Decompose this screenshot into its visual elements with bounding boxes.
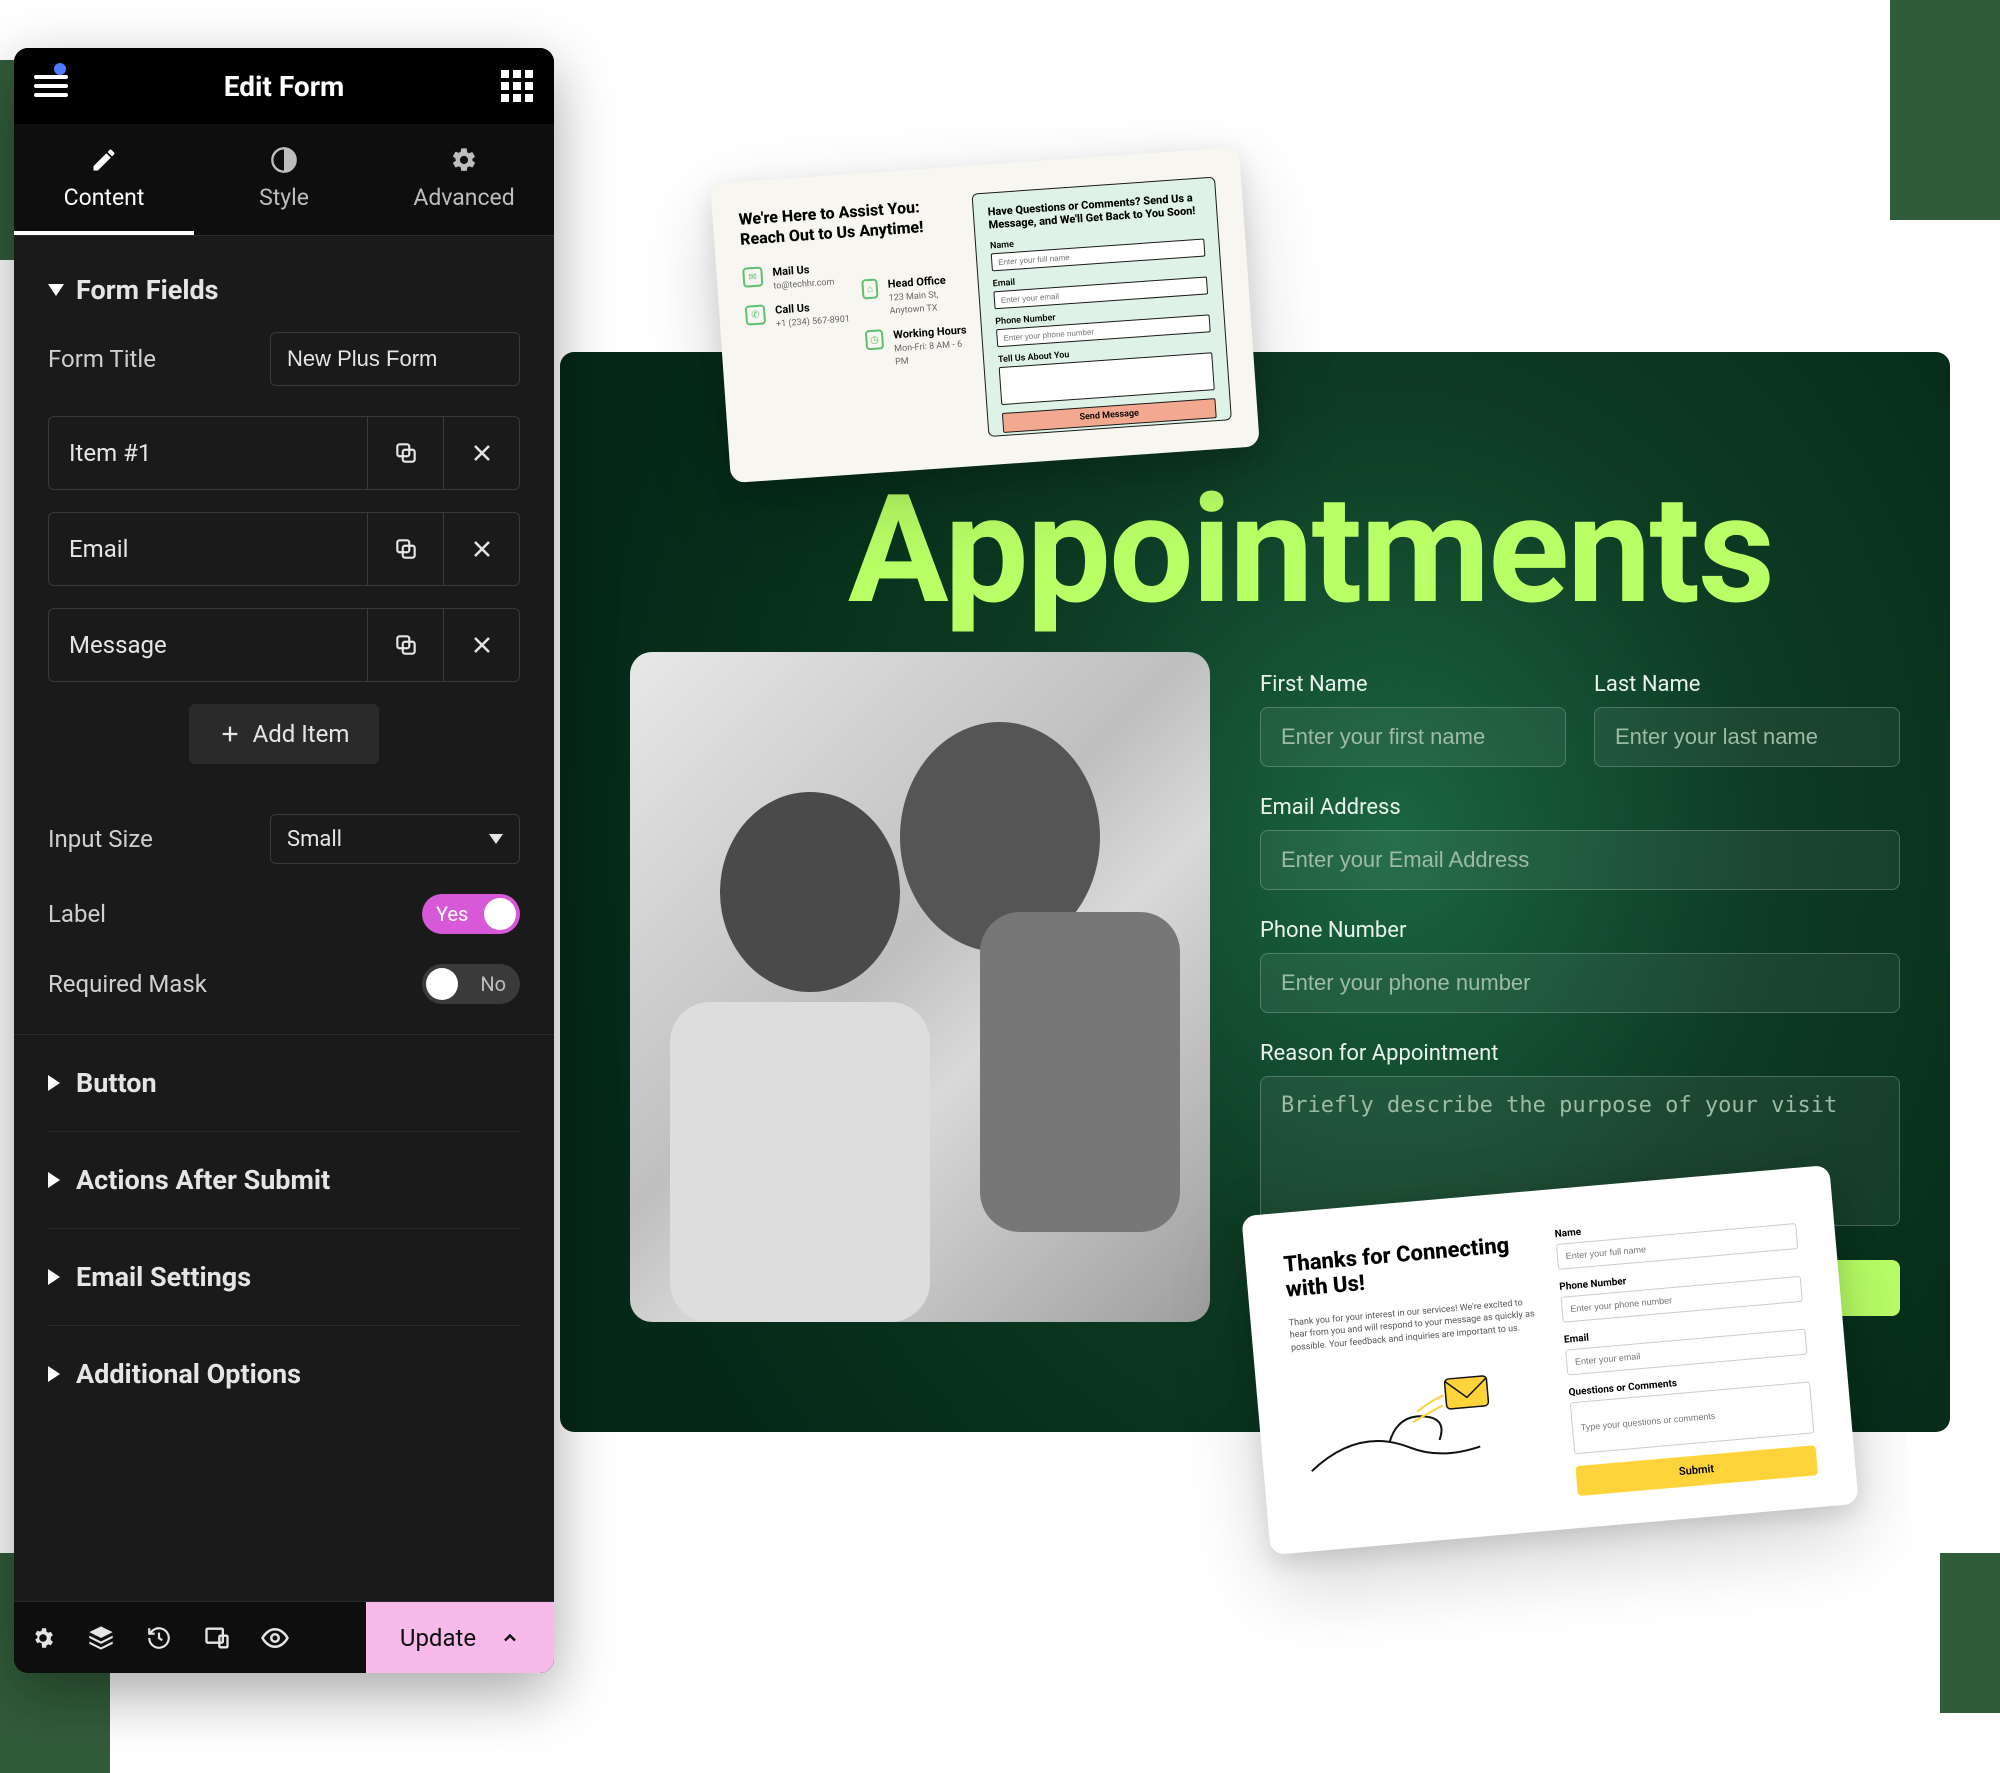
tab-style-label: Style — [259, 184, 309, 211]
responsive-icon[interactable] — [188, 1602, 246, 1673]
template-card-thanks: Thanks for Connecting with Us! Thank you… — [1241, 1165, 1858, 1555]
add-item-button[interactable]: Add Item — [189, 704, 380, 764]
email-label: Email Address — [1260, 795, 1900, 820]
preview-icon[interactable] — [246, 1602, 304, 1673]
chevron-up-icon — [500, 1628, 520, 1648]
section-button[interactable]: Button — [48, 1035, 520, 1132]
apps-icon[interactable] — [500, 69, 534, 103]
duplicate-icon[interactable] — [367, 609, 443, 681]
close-icon[interactable] — [443, 513, 519, 585]
clock-icon: ◷ — [865, 329, 884, 350]
card-contact-heading: We're Here to Assist You: Reach Out to U… — [738, 195, 960, 250]
building-icon: ⌂ — [861, 278, 879, 299]
settings-icon[interactable] — [14, 1602, 72, 1673]
editor-panel: Edit Form Content Style Advanced — [14, 48, 554, 1673]
first-name-input[interactable] — [1260, 707, 1566, 767]
layers-icon[interactable] — [72, 1602, 130, 1673]
section-email-settings[interactable]: Email Settings — [48, 1229, 520, 1326]
reason-label: Reason for Appointment — [1260, 1041, 1900, 1066]
last-name-label: Last Name — [1594, 672, 1900, 697]
tab-advanced[interactable]: Advanced — [374, 124, 554, 235]
duplicate-icon[interactable] — [367, 417, 443, 489]
field-item[interactable]: Email — [48, 512, 520, 586]
chevron-down-icon — [489, 834, 503, 844]
form-title-input[interactable] — [270, 332, 520, 386]
section-additional-options[interactable]: Additional Options — [48, 1326, 520, 1422]
template-card-contact: We're Here to Assist You: Reach Out to U… — [710, 147, 1260, 483]
editor-title: Edit Form — [224, 70, 345, 103]
tab-content-label: Content — [64, 184, 145, 211]
phone-icon: ✆ — [745, 304, 766, 325]
bg-decoration — [1890, 0, 2000, 220]
label-toggle-label: Label — [48, 900, 106, 928]
close-icon[interactable] — [443, 609, 519, 681]
card-contact-submit[interactable]: Send Message — [1002, 399, 1217, 434]
section-actions-after-submit[interactable]: Actions After Submit — [48, 1132, 520, 1229]
email-input[interactable] — [1260, 830, 1900, 890]
form-title-label: Form Title — [48, 345, 156, 373]
chevron-right-icon — [48, 1075, 60, 1091]
plus-icon — [219, 723, 241, 745]
close-icon[interactable] — [443, 417, 519, 489]
last-name-input[interactable] — [1594, 707, 1900, 767]
chevron-down-icon — [48, 284, 64, 296]
input-size-select[interactable]: Small — [270, 814, 520, 864]
input-size-label: Input Size — [48, 825, 153, 853]
required-mask-toggle[interactable]: No — [422, 964, 520, 1004]
history-icon[interactable] — [130, 1602, 188, 1673]
tab-content[interactable]: Content — [14, 124, 194, 235]
label-toggle[interactable]: Yes — [422, 894, 520, 934]
card-thanks-body: Thank you for your interest in our servi… — [1288, 1296, 1537, 1355]
preview-photo — [630, 652, 1210, 1322]
phone-input[interactable] — [1260, 953, 1900, 1013]
contrast-icon — [270, 146, 298, 174]
hand-illustration — [1293, 1351, 1549, 1492]
mail-icon: ✉ — [742, 266, 763, 287]
required-mask-label: Required Mask — [48, 970, 207, 998]
chevron-right-icon — [48, 1366, 60, 1382]
pencil-icon — [90, 146, 118, 174]
chevron-right-icon — [48, 1269, 60, 1285]
update-button[interactable]: Update — [366, 1602, 554, 1673]
phone-label: Phone Number — [1260, 918, 1900, 943]
card-thanks-submit[interactable]: Submit — [1575, 1445, 1818, 1496]
duplicate-icon[interactable] — [367, 513, 443, 585]
gear-icon — [450, 146, 478, 174]
field-item[interactable]: Message — [48, 608, 520, 682]
card-thanks-heading: Thanks for Connecting with Us! — [1283, 1231, 1533, 1303]
section-form-fields[interactable]: Form Fields — [48, 274, 520, 306]
tab-advanced-label: Advanced — [413, 184, 514, 211]
field-item[interactable]: Item #1 — [48, 416, 520, 490]
first-name-label: First Name — [1260, 672, 1566, 697]
menu-icon[interactable] — [34, 69, 68, 103]
tab-style[interactable]: Style — [194, 124, 374, 235]
bg-decoration — [1940, 1553, 2000, 1713]
chevron-right-icon — [48, 1172, 60, 1188]
preview-heading: Appointments — [848, 462, 1773, 638]
card-contact-form-heading: Have Questions or Comments? Send Us a Me… — [987, 191, 1202, 232]
